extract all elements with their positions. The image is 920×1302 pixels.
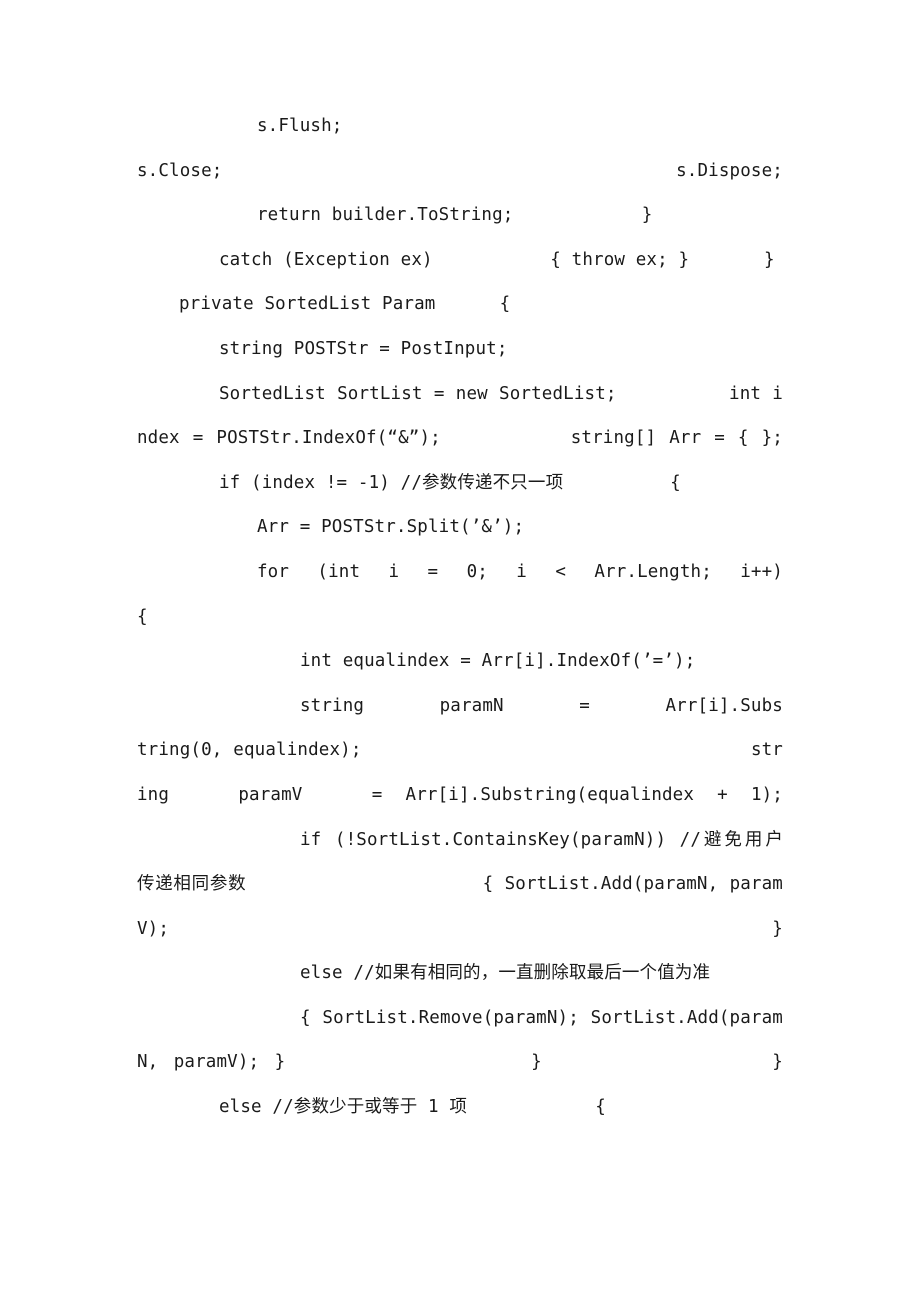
code-line-flush-close-dispose: s.Flush; s.Close; s.Dispose; <box>137 116 888 181</box>
code-line-int-equalindex: int equalindex = Arr[i].IndexOf(’=’); <box>300 651 696 672</box>
code-line-if-index: if (index != -1) //参数传递不只一项 { <box>219 472 681 493</box>
code-line-string-poststr: string POSTStr = PostInput; <box>219 338 508 359</box>
code-line-paramn-paramv: string paramN = Arr[i].Substring(0, equa… <box>137 695 783 805</box>
code-line-for-loop: for (int i = 0; i < Arr.Length; i++) { <box>137 561 783 627</box>
code-line-remove-add: { SortList.Remove(paramN); SortList.Add(… <box>137 1007 783 1073</box>
code-line-private-sortedlist: private SortedList Param { <box>179 294 511 315</box>
code-line-return-builder: return builder.ToString; } <box>257 205 653 226</box>
code-line-arr-split: Arr = POSTStr.Split(’&’); <box>257 517 525 538</box>
code-line-else-comment: else //如果有相同的，一直删除取最后一个值为准 <box>300 963 711 984</box>
code-line-if-containskey: if (!SortList.ContainsKey(paramN)) //避免用… <box>137 829 783 939</box>
code-line-catch-exception: catch (Exception ex) { throw ex; } } <box>219 249 775 270</box>
document-page: s.Flush; s.Close; s.Dispose; return buil… <box>0 0 920 1302</box>
code-listing-body: s.Flush; s.Close; s.Dispose; return buil… <box>137 104 783 1130</box>
code-line-else-lessthan: else //参数少于或等于 1 项 { <box>219 1097 606 1118</box>
code-line-sortlist-new: SortedList SortList = new SortedList; in… <box>137 383 783 449</box>
